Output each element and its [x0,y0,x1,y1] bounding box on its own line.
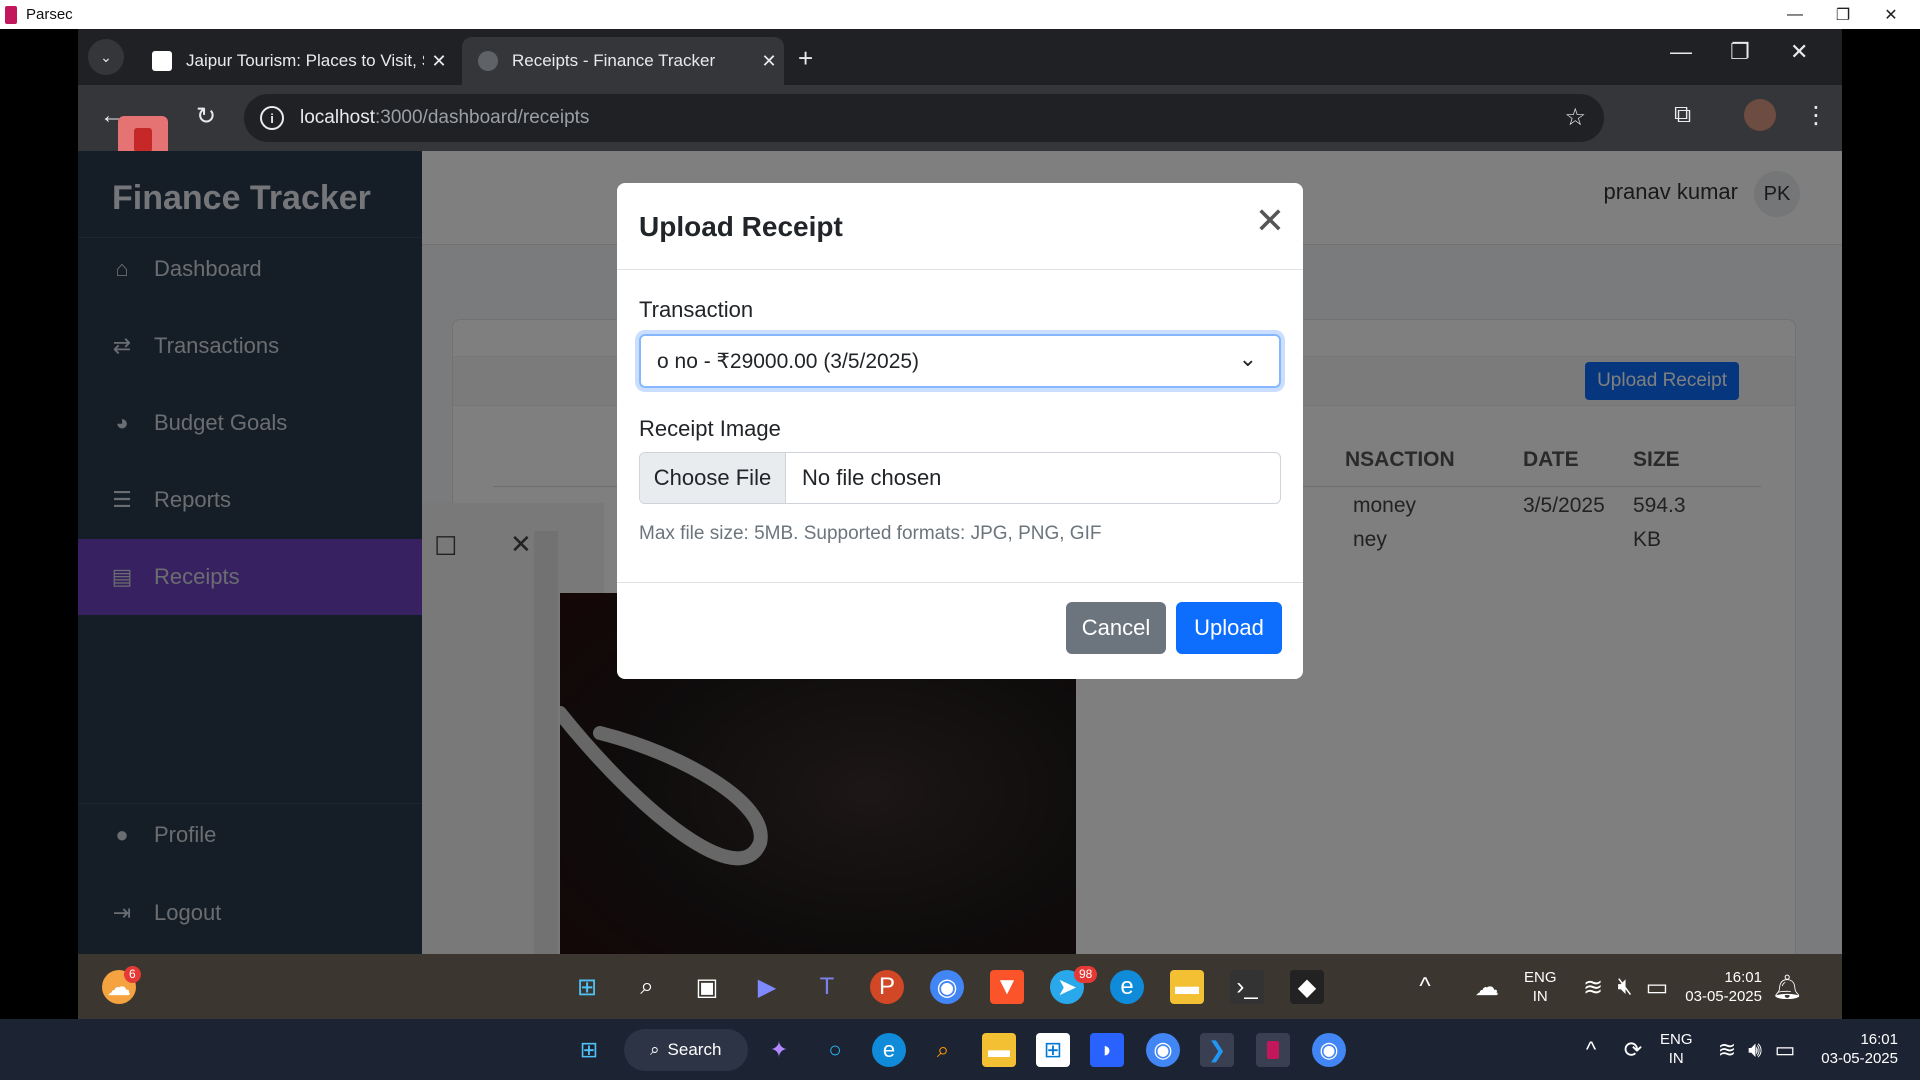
reload-icon[interactable]: ↻ [196,102,216,131]
brave-icon[interactable]: ▼ [990,970,1024,1004]
file-explorer-icon[interactable]: ▬ [1170,970,1204,1004]
receipt-file-input[interactable]: Choose File No file chosen [639,452,1281,504]
modal-footer-divider [617,582,1303,583]
site-info-icon[interactable]: i [260,106,284,130]
volume-muted-icon[interactable]: 🔇︎ [1608,970,1642,1004]
task-view-icon[interactable]: ▣ [690,970,724,1004]
tray-chevron-icon[interactable]: ^ [1408,970,1442,1004]
local-language[interactable]: ENG IN [1660,1030,1693,1068]
chrome-canary-icon[interactable]: ◉ [1312,1033,1346,1067]
file-help-text: Max file size: 5MB. Supported formats: J… [639,523,1102,544]
chrome-restore-icon[interactable]: ❐ [1730,39,1750,65]
upload-button[interactable]: Upload [1176,602,1282,654]
browser-window: ⌄ Jaipur Tourism: Places to Visit, S ✕ R… [78,29,1842,954]
cortana-icon[interactable]: ○ [818,1033,852,1067]
sync-icon[interactable]: ⟳ [1616,1033,1650,1067]
finance-tracker-page: Finance Tracker ⌂Dashboard ⇄Transactions… [78,151,1842,954]
chrome-icon[interactable]: ◉ [1146,1033,1180,1067]
new-tab-icon[interactable]: + [798,43,813,74]
local-clock[interactable]: 16:01 03-05-2025 [1808,1030,1898,1068]
remote-language[interactable]: ENG IN [1524,968,1557,1006]
parsec-title: Parsec [26,6,73,23]
tab-title: Receipts - Finance Tracker [512,51,716,70]
tab-strip: ⌄ Jaipur Tourism: Places to Visit, S ✕ R… [78,29,1842,85]
close-icon[interactable]: ✕ [1862,0,1920,29]
browser-toolbar: ← ↻ i localhost:3000/dashboard/receipts … [78,85,1842,164]
chevron-down-icon: ⌄ [1238,346,1257,371]
parsec-taskbar-icon[interactable] [1256,1033,1290,1067]
upload-receipt-modal: Upload Receipt ✕ Transaction o no - ₹290… [617,183,1303,679]
tab-favicon-icon [478,51,498,71]
parsec-title-bar: Parsec — ❐ ✕ [0,0,1920,29]
terminal-icon[interactable]: ›_ [1230,970,1264,1004]
start-icon[interactable]: ⊞ [572,1033,606,1067]
tab-title: Jaipur Tourism: Places to Visit, S [186,51,424,70]
volume-icon[interactable]: 🔊︎ [1738,1033,1772,1067]
chrome-minimize-icon[interactable]: — [1670,39,1692,65]
remote-taskbar: ☁ 6 ⊞ ⌕ ▣ ▶ T P ◉ ▼ ➤ 98 e ▬ ›_ ◆ ^ ☁ EN… [78,954,1842,1019]
tab-close-icon[interactable]: ✕ [754,51,784,72]
cancel-button[interactable]: Cancel [1066,602,1166,654]
tab-search-chevron-icon[interactable]: ⌄ [88,39,124,75]
local-taskbar: ⊞ ⌕ Search ✦ ○ e ⌕ ▬ ⊞ ◗ ◉ ❯ ◉ ^ ⟳ ENG IN… [0,1019,1920,1080]
modal-header-divider [617,269,1303,270]
edge-icon[interactable]: e [872,1033,906,1067]
modal-title: Upload Receipt [639,211,843,242]
weather-badge: 6 [124,966,141,983]
parsec-logo-icon [5,5,17,24]
notification-bell-icon[interactable]: 🔔︎ [1770,970,1804,1004]
copilot-icon[interactable]: ✦ [762,1033,796,1067]
store-icon[interactable]: ⊞ [1036,1033,1070,1067]
search-icon[interactable]: ⌕ [630,970,664,1004]
tab-favicon-icon [152,51,172,71]
extensions-icon[interactable]: ⧉ [1674,101,1691,129]
bookmark-star-icon[interactable]: ☆ [1564,103,1586,132]
profile-avatar[interactable] [1744,99,1776,131]
transaction-select[interactable]: o no - ₹29000.00 (3/5/2025) ⌄ [639,334,1281,388]
remote-clock[interactable]: 16:01 03-05-2025 [1680,968,1762,1006]
start-icon[interactable]: ⊞ [570,970,604,1004]
teams-icon[interactable]: T [810,970,844,1004]
address-bar[interactable]: i localhost:3000/dashboard/receipts ☆ [244,94,1604,142]
search-app-icon[interactable]: ⌕ [926,1033,960,1067]
app-cube-icon[interactable]: ◆ [1290,970,1324,1004]
powerpoint-icon[interactable]: P [870,970,904,1004]
tab-receipts[interactable]: Receipts - Finance Tracker ✕ [462,37,784,85]
search-icon: ⌕ [650,1040,660,1059]
receipt-image-label: Receipt Image [639,416,781,441]
onedrive-icon[interactable]: ☁ [1470,970,1504,1004]
vscode-icon[interactable]: ❯ [1200,1033,1234,1067]
transaction-select-value: o no - ₹29000.00 (3/5/2025) [657,349,920,373]
chrome-menu-icon[interactable]: ⋮ [1804,101,1828,130]
wifi-icon[interactable]: ≋ [1576,970,1610,1004]
file-explorer-icon[interactable]: ▬ [982,1033,1016,1067]
chrome-close-icon[interactable]: ✕ [1790,39,1808,65]
taskbar-search[interactable]: ⌕ Search [624,1029,748,1071]
chrome-icon[interactable]: ◉ [930,970,964,1004]
edge-icon[interactable]: e [1110,970,1144,1004]
search-label: Search [667,1040,722,1059]
battery-icon[interactable]: ▭ [1640,970,1674,1004]
choose-file-button[interactable]: Choose File [640,453,786,503]
telegram-badge: 98 [1074,966,1098,983]
meet-icon[interactable]: ▶ [750,970,784,1004]
tab-close-icon[interactable]: ✕ [424,51,454,72]
address-url: localhost:3000/dashboard/receipts [300,107,590,128]
battery-icon[interactable]: ▭ [1768,1033,1802,1067]
remote-desktop: ⌄ Jaipur Tourism: Places to Visit, S ✕ R… [0,29,1920,1019]
tab-jaipur[interactable]: Jaipur Tourism: Places to Visit, S ✕ [136,37,454,85]
transaction-label: Transaction [639,297,754,322]
app-blue-icon[interactable]: ◗ [1090,1033,1124,1067]
modal-close-icon[interactable]: ✕ [1255,203,1285,239]
file-status: No file chosen [802,465,942,490]
tray-chevron-icon[interactable]: ^ [1574,1033,1608,1067]
